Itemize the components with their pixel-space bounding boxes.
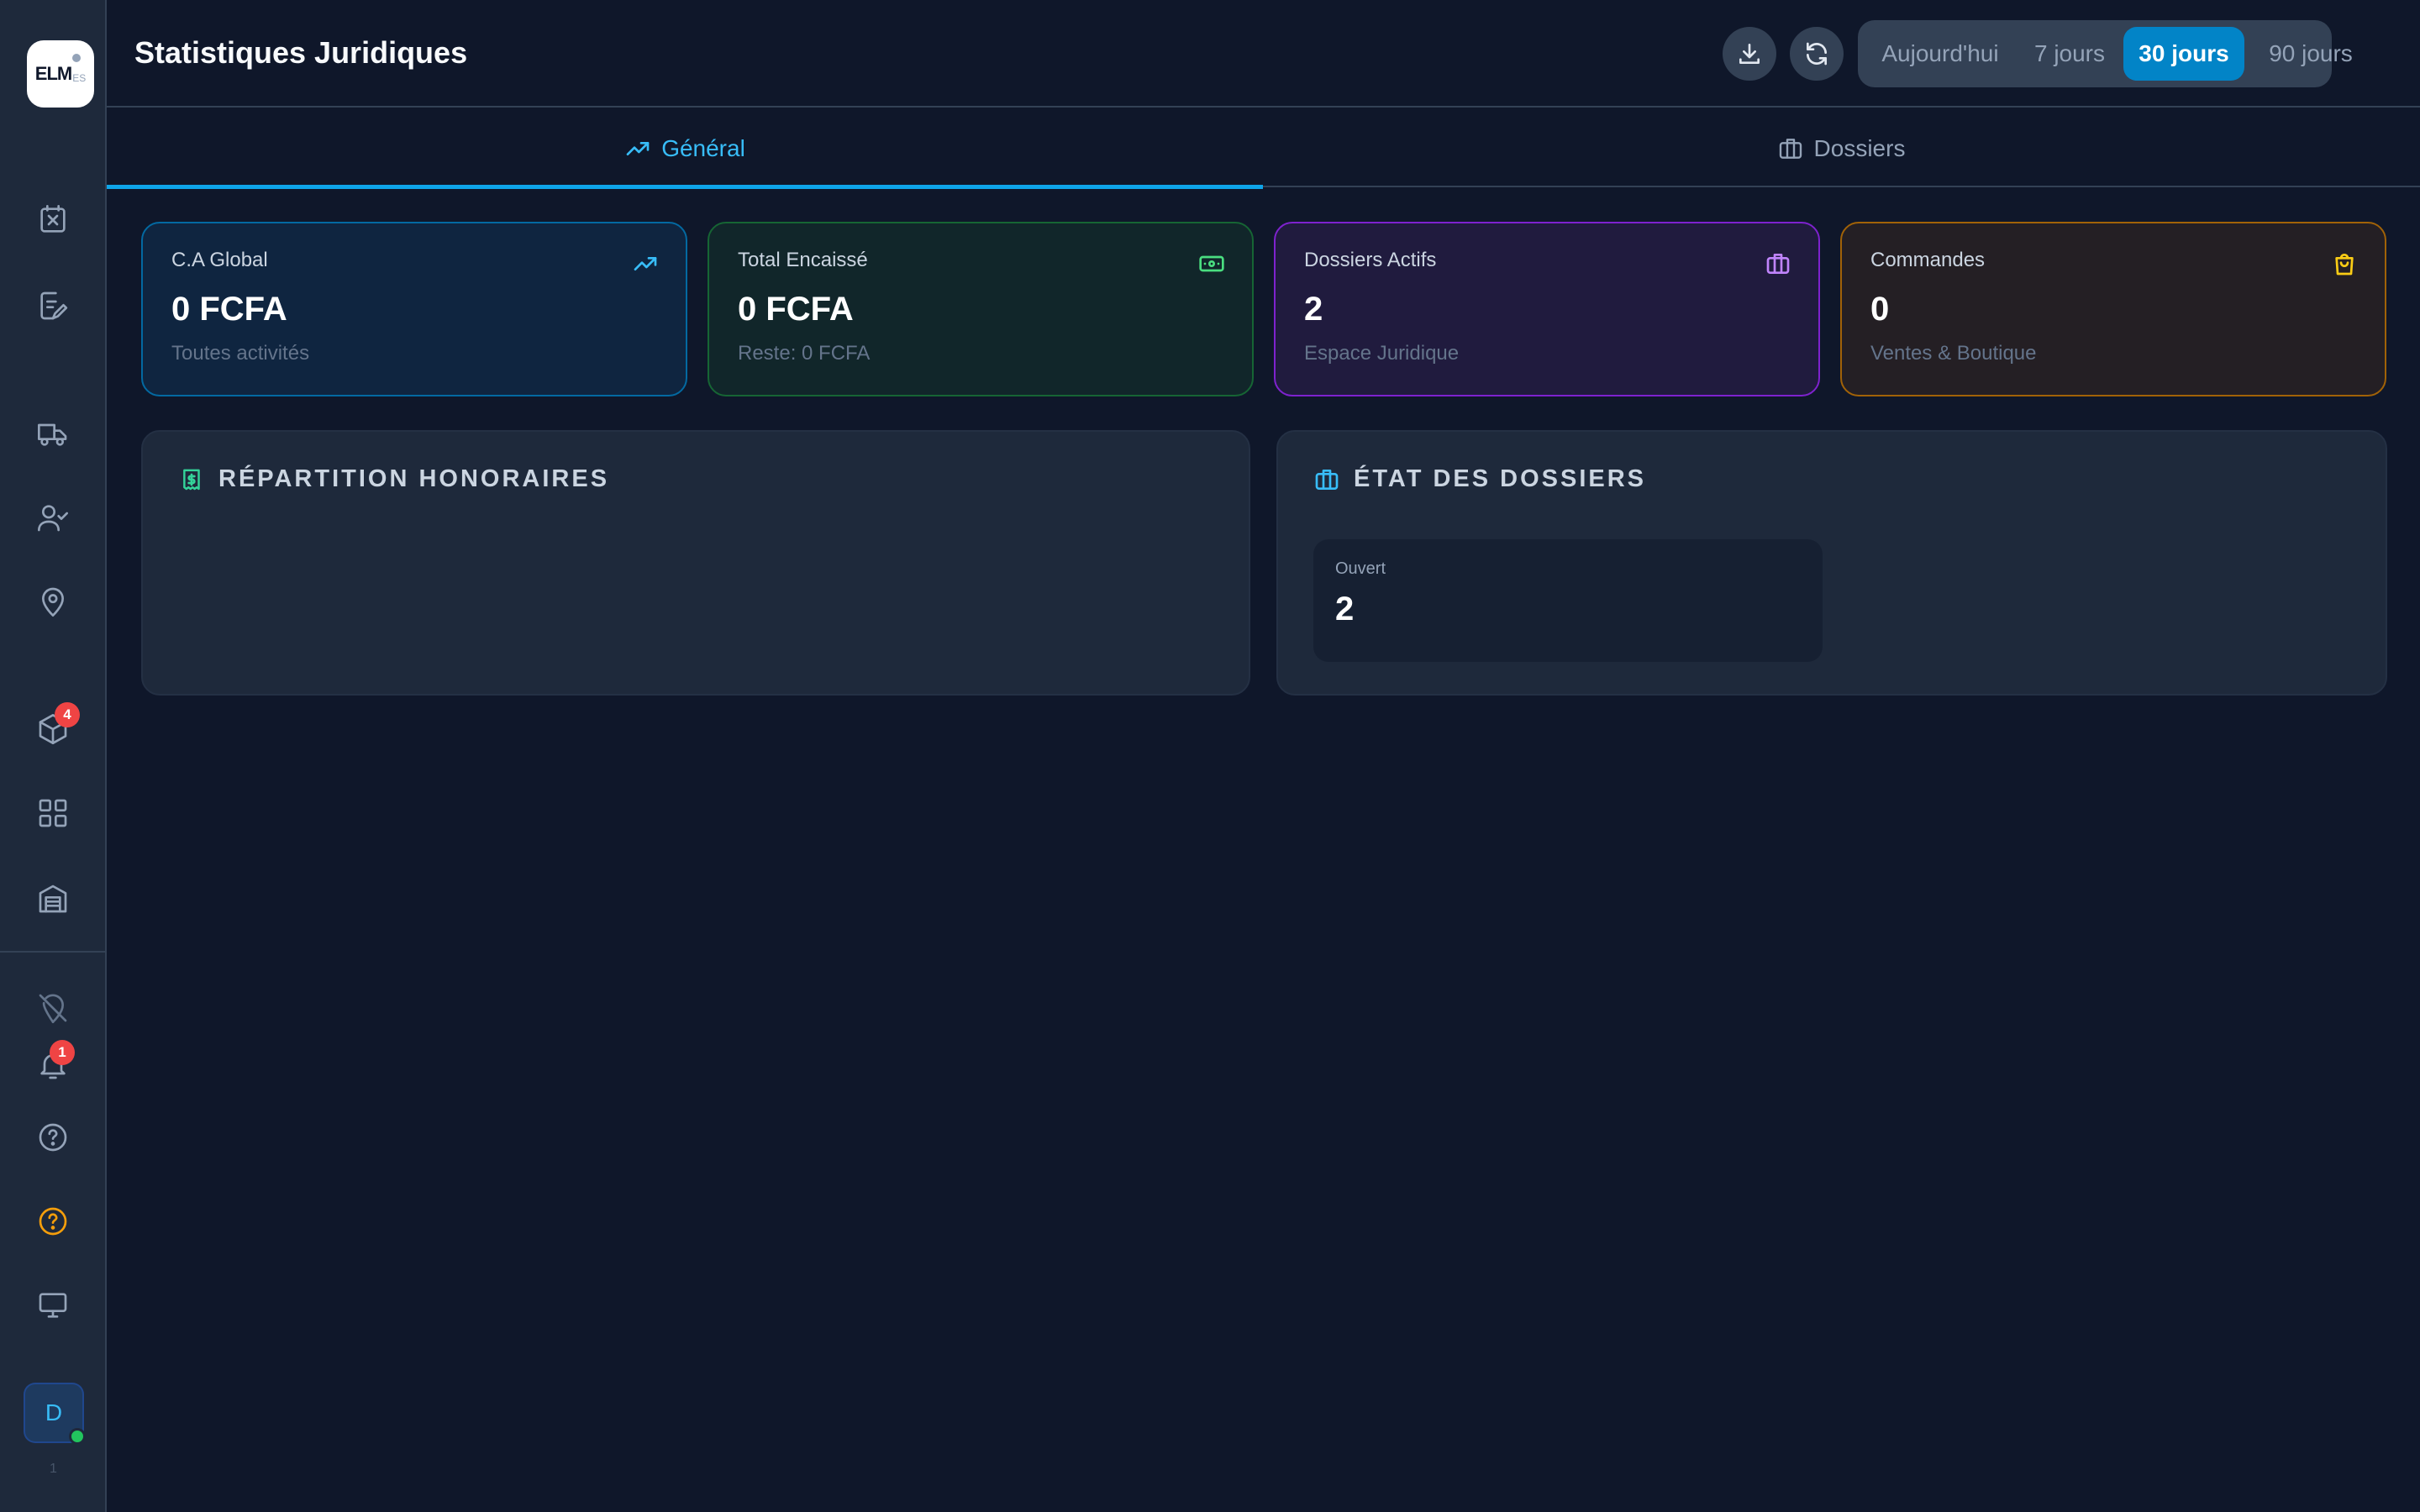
range-today-button[interactable]: Aujourd'hui [1865,27,2016,81]
sidebar-item-apps[interactable] [33,793,73,833]
user-check-icon [38,505,68,532]
stat-card-label: Commandes [1870,249,1986,271]
active-tab-indicator [107,185,1263,189]
tab-general-label: Général [661,134,745,161]
tab-bar: Général Dossiers [107,109,2420,189]
tab-dossiers-label: Dossiers [1813,134,1906,161]
sidebar-item-location-off[interactable] [33,988,73,1028]
briefcase-icon [1779,138,1802,159]
map-pin-icon [42,587,64,617]
notifications-badge: 1 [50,1040,75,1065]
stat-card-subtitle: Reste: 0 FCFA [738,342,871,365]
panel-title: ÉTAT DES DOSSIERS [1354,465,1647,492]
panel-header: RÉPARTITION HONORAIRES [178,465,609,493]
sidebar-item-delivery[interactable] [33,413,73,454]
stat-card-subtitle: Espace Juridique [1304,342,1460,365]
panel-header: ÉTAT DES DOSSIERS [1313,465,1646,493]
shopping-bag-icon [2331,250,2358,277]
range-7-days-button[interactable]: 7 jours [2019,27,2120,81]
page-title: Statistiques Juridiques [134,35,468,70]
help-circle-amber-icon [39,1207,67,1236]
sidebar-item-locations[interactable] [33,581,73,622]
warehouse-icon [39,885,67,913]
stat-card-value: 0 FCFA [171,291,287,328]
sidebar-item-support[interactable] [33,1201,73,1242]
app-logo[interactable]: ELM ES [27,40,94,108]
tab-general[interactable]: Général [107,109,1263,189]
receipt-dollar-icon [183,469,200,490]
status-count: 2 [1335,591,1355,627]
briefcase-icon [1765,250,1791,277]
date-range-selector: Aujourd'hui 7 jours 30 jours 90 jours [1858,20,2353,87]
stat-card-dossiers-actifs: Dossiers Actifs 2 Espace Juridique [1274,222,1820,396]
banknote-icon [1198,250,1225,277]
stat-card-total-encaisse: Total Encaissé 0 FCFA Reste: 0 FCFA [708,222,1254,396]
logo-text: ELM [34,63,72,84]
stat-card-value: 0 FCFA [738,291,854,328]
range-90-days-button[interactable]: 90 jours [2248,27,2374,81]
stat-card-label: Total Encaissé [738,249,868,271]
stat-card-commandes: Commandes 0 Ventes & Boutique [1840,222,2386,396]
panel-repartition-honoraires: RÉPARTITION HONORAIRES [141,430,1250,696]
logo-subtext: ES [72,72,87,84]
sidebar-item-documents[interactable] [33,286,73,326]
refresh-button[interactable] [1790,27,1844,81]
status-label: Ouvert [1335,559,1386,578]
location-off-icon [39,994,67,1023]
panel-etat-dossiers: ÉTAT DES DOSSIERS Ouvert 2 [1276,430,2387,696]
stat-card-label: Dossiers Actifs [1304,249,1437,271]
sidebar-item-notifications[interactable]: 1 [33,1040,75,1085]
sidebar-item-tasks[interactable] [33,200,73,240]
stat-card-label: C.A Global [171,249,268,271]
file-edit-icon [40,291,68,320]
truck-icon [38,423,67,446]
download-icon [1739,44,1760,64]
avatar-initial: D [45,1399,63,1425]
sidebar: ELM ES 4 1 D 1 [0,0,107,1512]
monitor-icon [39,1293,67,1318]
stat-card-value: 2 [1304,291,1323,328]
trending-up-icon [632,250,659,277]
trending-up-icon [626,141,650,155]
sidebar-item-help[interactable] [33,1117,73,1158]
range-30-days-button[interactable]: 30 jours [2123,27,2244,81]
sidebar-item-products[interactable]: 4 [33,702,80,749]
logo-status-dot [72,54,81,62]
download-button[interactable] [1723,27,1776,81]
online-status-dot [69,1428,86,1445]
briefcase-icon [1315,469,1339,490]
dossier-status-card[interactable]: Ouvert 2 [1313,539,1823,662]
sidebar-item-clients[interactable] [33,497,73,538]
user-avatar[interactable]: D [24,1383,86,1445]
sidebar-footer-text: 1 [50,1462,57,1476]
refresh-icon [1807,42,1827,66]
sidebar-item-display[interactable] [33,1285,73,1326]
stat-card-subtitle: Toutes activités [171,342,310,365]
grid-icon [39,799,67,827]
page-header: Statistiques Juridiques Aujourd'hui 7 jo… [107,0,2420,108]
task-x-icon [40,205,66,233]
stat-card-subtitle: Ventes & Boutique [1870,342,2037,365]
help-circle-icon [39,1123,67,1152]
panel-title: RÉPARTITION HONORAIRES [218,465,610,492]
stat-card-value: 0 [1870,291,1890,328]
tab-dossiers[interactable]: Dossiers [1263,109,2419,187]
stat-card-ca-global: C.A Global 0 FCFA Toutes activités [141,222,687,396]
sidebar-item-warehouse[interactable] [33,879,73,919]
sidebar-divider [0,951,105,953]
products-badge: 4 [55,702,80,727]
